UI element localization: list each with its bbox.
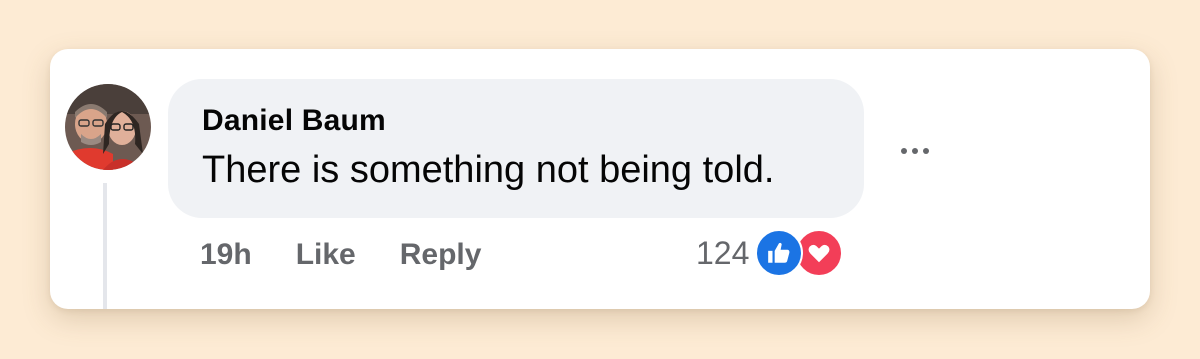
reply-button[interactable]: Reply <box>400 238 482 272</box>
more-options-button[interactable] <box>892 133 938 169</box>
like-button[interactable]: Like <box>296 238 356 272</box>
avatar[interactable] <box>65 84 151 170</box>
more-dot-icon <box>923 148 929 154</box>
reaction-icons <box>755 229 847 277</box>
thread-line <box>103 183 107 309</box>
more-dot-icon <box>901 148 907 154</box>
like-icon <box>755 229 804 277</box>
comment-text: There is something not being told. <box>202 149 775 191</box>
avatar-photo <box>65 84 151 170</box>
comment-card: Daniel Baum There is something not being… <box>50 49 1150 309</box>
more-dot-icon <box>912 148 918 154</box>
comment-actions: 19h Like Reply <box>200 235 481 275</box>
comment-bubble: Daniel Baum There is something not being… <box>168 79 864 218</box>
reaction-count: 124 <box>696 234 750 271</box>
comment-author[interactable]: Daniel Baum <box>202 104 386 138</box>
reactions-summary[interactable]: 124 <box>696 229 847 277</box>
comment-timestamp[interactable]: 19h <box>200 238 252 272</box>
